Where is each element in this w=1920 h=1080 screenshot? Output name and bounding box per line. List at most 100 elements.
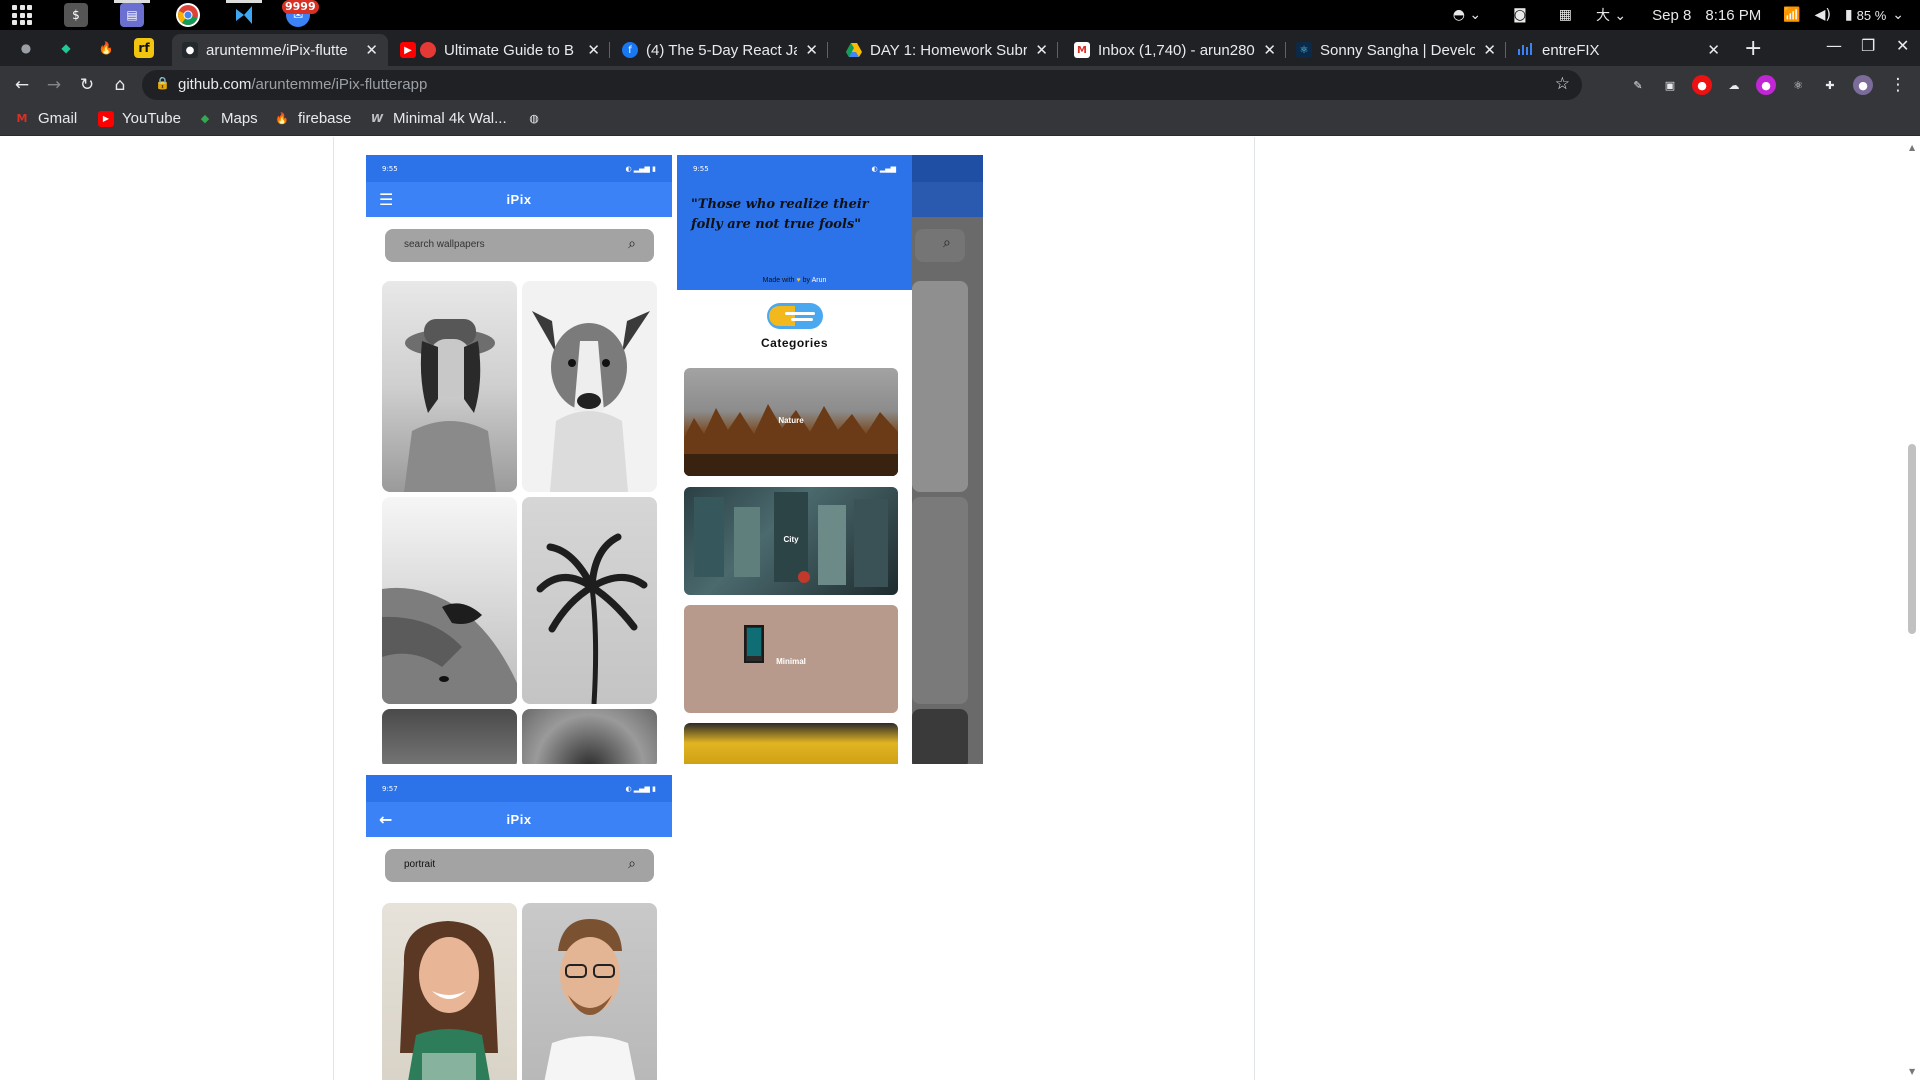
app-bar: ← iPix: [366, 802, 672, 837]
bookmark-maps[interactable]: ◆ Maps: [197, 110, 258, 127]
drawer-quote: "Those who realize their folly are not t…: [691, 197, 869, 232]
category-city[interactable]: City: [684, 487, 898, 595]
home-button[interactable]: ⌂: [108, 73, 132, 97]
search-input[interactable]: portrait ⌕: [385, 849, 654, 882]
close-tab-icon[interactable]: ✕: [1263, 41, 1276, 59]
scroll-down-arrow-icon[interactable]: ▼: [1909, 1067, 1915, 1076]
close-tab-icon[interactable]: ✕: [365, 41, 378, 59]
extension-react-devtools-icon[interactable]: ⚛: [1788, 75, 1808, 95]
by-text: by: [802, 277, 810, 284]
bookmark-firebase[interactable]: 🔥 firebase: [274, 110, 351, 127]
category-label: City: [783, 535, 799, 544]
wallpaper-tile[interactable]: [522, 497, 657, 704]
made-with-text: Made with: [762, 277, 795, 284]
screen-record-icon[interactable]: ◙: [1513, 7, 1527, 23]
pinned-tab-firebase-icon[interactable]: 🔥: [96, 38, 116, 58]
close-tab-icon[interactable]: ✕: [1707, 41, 1720, 59]
search-icon[interactable]: ⌕: [628, 236, 636, 252]
extension-colorpick-icon[interactable]: ●: [1756, 75, 1776, 95]
tab-label: aruntemme/iPix-flutte: [206, 41, 348, 59]
address-bar[interactable]: 🔒 github.com/aruntemme/iPix-flutterapp ☆: [142, 70, 1582, 100]
scroll-up-arrow-icon[interactable]: ▲: [1909, 143, 1915, 152]
wallpaper-tile[interactable]: [382, 709, 517, 764]
extension-cloud-icon[interactable]: ☁: [1724, 75, 1744, 95]
tab-homework-submission[interactable]: DAY 1: Homework Subr ✕: [836, 34, 1058, 66]
volume-icon[interactable]: ◀): [1815, 7, 1831, 23]
heart-icon: ♥: [796, 277, 801, 284]
profile-avatar[interactable]: ●: [1853, 75, 1873, 95]
w-icon: W: [370, 112, 384, 125]
wallpaper-tile[interactable]: [382, 497, 517, 704]
author-name: Arun: [811, 277, 827, 284]
app-launcher-icon[interactable]: [12, 5, 32, 25]
globe-icon: ◍: [529, 111, 539, 125]
search-wallpapers-input[interactable]: search wallpapers ⌕: [385, 229, 654, 262]
search-placeholder: search wallpapers: [404, 239, 485, 250]
wallpaper-tile[interactable]: [522, 709, 657, 764]
close-tab-icon[interactable]: ✕: [587, 41, 600, 59]
back-button[interactable]: ←: [10, 73, 34, 97]
new-tab-button[interactable]: +: [1744, 36, 1762, 61]
browser-menu-icon[interactable]: ⋮: [1886, 73, 1910, 97]
screenshot-drawer: ⌕ 9:55 ◐ ▂▄▆ "Those who realize their fo…: [677, 155, 983, 764]
pinned-tab-github-icon[interactable]: ●: [16, 38, 36, 58]
tab-sonny-sangha[interactable]: ⚛ Sonny Sangha | Develo ✕: [1286, 34, 1506, 66]
tab-label: Ultimate Guide to B: [444, 41, 575, 59]
system-menu-chevron-icon[interactable]: ⌄: [1892, 7, 1904, 23]
phone-status-bar: 9:57 ◐ ▂▄▆ ▮: [366, 775, 672, 802]
dock-app-chrome-icon[interactable]: [176, 3, 200, 27]
close-window-icon[interactable]: ✕: [1896, 36, 1909, 55]
bookmark-gmail[interactable]: M Gmail: [14, 110, 78, 127]
pinned-tab-figma-icon[interactable]: rf: [134, 38, 154, 58]
bookmark-label: Gmail: [38, 110, 78, 127]
bookmark-youtube[interactable]: ▶ YouTube: [98, 110, 181, 127]
react-icon: ⚛: [1296, 42, 1312, 58]
url-host: github.com: [178, 76, 252, 93]
dock-app-files-icon[interactable]: ▤: [114, 0, 150, 27]
close-tab-icon[interactable]: ✕: [805, 41, 818, 59]
bookmark-label: YouTube: [122, 110, 181, 127]
page-scrollbar-thumb[interactable]: [1908, 444, 1916, 634]
bookmark-globe[interactable]: ◍: [526, 110, 550, 126]
github-icon: ●: [182, 42, 198, 58]
category-cars[interactable]: [684, 723, 898, 764]
search-icon[interactable]: ⌕: [628, 856, 636, 872]
extension-drop-icon[interactable]: ●: [1692, 75, 1712, 95]
gmail-icon: M: [16, 112, 28, 125]
extensions-puzzle-icon[interactable]: ✚: [1820, 75, 1840, 95]
forward-button[interactable]: →: [42, 73, 66, 97]
wifi-icon[interactable]: 📶: [1783, 7, 1800, 23]
bookmark-minimal-wallpapers[interactable]: W Minimal 4k Wal...: [369, 110, 507, 127]
tab-react-challenge[interactable]: f (4) The 5-Day React Jav ✕: [612, 34, 828, 66]
result-tile[interactable]: [382, 903, 517, 1080]
tab-gmail-inbox[interactable]: M Inbox (1,740) - arun280 ✕: [1064, 34, 1286, 66]
close-tab-icon[interactable]: ✕: [1483, 41, 1496, 59]
app-title: iPix: [506, 812, 532, 827]
bookmark-star-icon[interactable]: ☆: [1555, 74, 1570, 94]
result-tile[interactable]: [522, 903, 657, 1080]
extension-clipboard-icon[interactable]: ▣: [1660, 75, 1680, 95]
vpn-icon[interactable]: ◓ ⌄: [1453, 7, 1481, 23]
close-tab-icon[interactable]: ✕: [1035, 41, 1048, 59]
category-nature[interactable]: Nature: [684, 368, 898, 476]
minimize-window-icon[interactable]: —: [1826, 36, 1842, 55]
input-method-icon[interactable]: 大 ⌄: [1596, 5, 1626, 25]
wallpaper-tile[interactable]: [522, 281, 657, 492]
category-minimal[interactable]: Minimal: [684, 605, 898, 713]
audio-bars-icon: [1518, 42, 1534, 58]
tab-aruntemme-ipix[interactable]: ● aruntemme/iPix-flutte ✕: [172, 34, 388, 66]
youtube-icon: ▶: [98, 110, 114, 127]
workspace-icon[interactable]: ▦: [1559, 7, 1572, 23]
lock-icon[interactable]: 🔒: [155, 76, 171, 94]
extension-pen-icon[interactable]: ✎: [1628, 75, 1648, 95]
restore-window-icon[interactable]: ❐: [1861, 36, 1875, 55]
tab-ultimate-guide[interactable]: ▶ Ultimate Guide to B ✕: [390, 34, 610, 66]
pinned-tab-diamond-icon[interactable]: ◆: [56, 38, 76, 58]
dock-app-vscode-icon[interactable]: [226, 0, 262, 27]
tab-entrefix[interactable]: entreFIX ✕: [1508, 34, 1730, 66]
phone-status-bar: 9:55 ◐ ▂▄▆ ▮: [366, 155, 672, 182]
dock-app-terminal-icon[interactable]: $: [64, 3, 88, 27]
bookmark-label: Maps: [221, 110, 258, 127]
reload-button[interactable]: ↻: [75, 73, 99, 97]
wallpaper-tile[interactable]: [382, 281, 517, 492]
